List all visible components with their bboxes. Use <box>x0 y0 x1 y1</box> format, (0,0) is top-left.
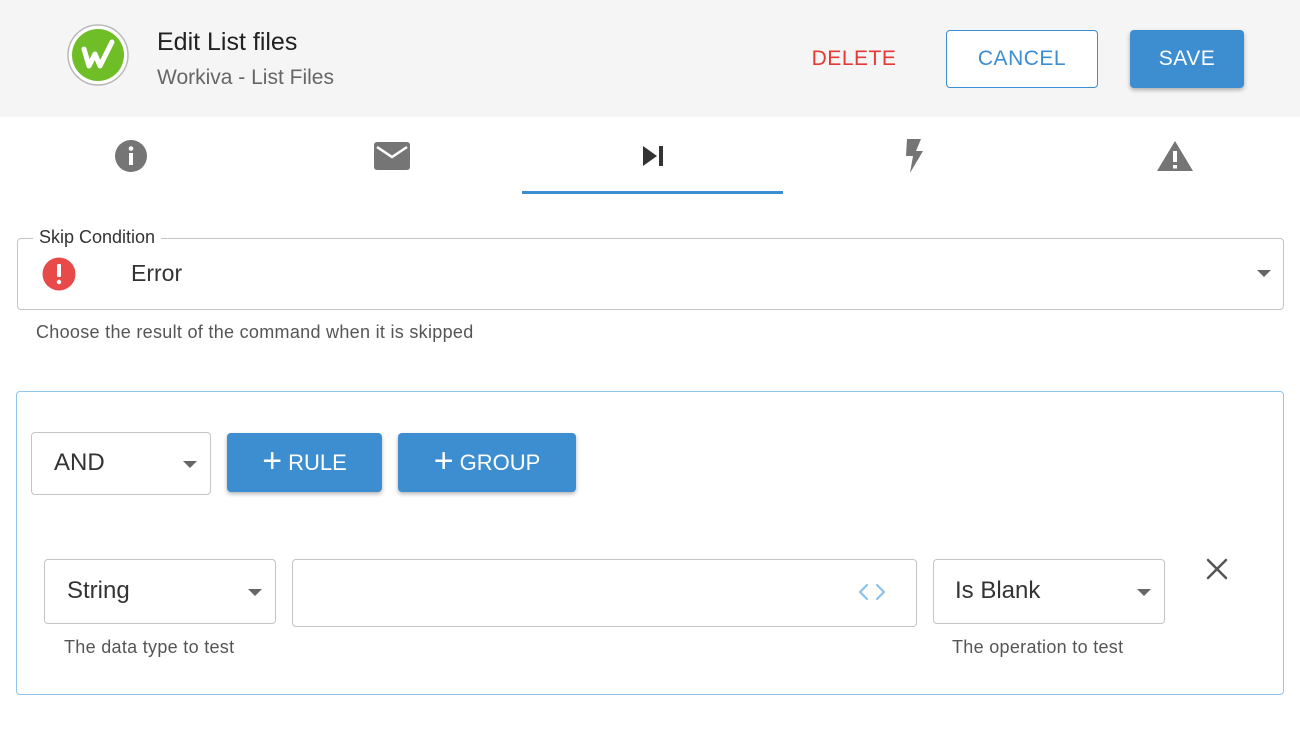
data-type-help: The data type to test <box>64 637 235 657</box>
warning-icon <box>1156 141 1193 171</box>
dialog-subtitle: Workiva - List Files <box>157 66 334 89</box>
add-group-label: GROUP <box>459 449 541 475</box>
skip-condition-help: Choose the result of the command when it… <box>36 322 474 342</box>
code-icon[interactable] <box>857 580 887 604</box>
cancel-button[interactable]: CANCEL <box>946 30 1098 88</box>
plus-icon: + <box>433 442 454 480</box>
add-group-button[interactable]: + GROUP <box>398 433 576 492</box>
mail-icon <box>373 142 410 170</box>
chevron-down-icon <box>1257 270 1271 277</box>
combinator-value: AND <box>54 449 105 476</box>
close-icon[interactable] <box>1203 555 1231 583</box>
dialog-title: Edit List files <box>157 28 298 56</box>
skip-next-icon <box>642 146 663 166</box>
chevron-down-icon <box>1137 589 1151 596</box>
info-icon <box>114 140 147 172</box>
delete-button[interactable]: DELETE <box>798 36 910 82</box>
tab-bar <box>0 117 1300 197</box>
chevron-down-icon <box>248 589 262 596</box>
tab-triggers[interactable] <box>783 117 1044 195</box>
rule-value-input[interactable] <box>292 559 917 627</box>
active-tab-indicator <box>522 191 783 194</box>
workiva-logo <box>67 24 129 86</box>
data-type-value: String <box>67 577 130 604</box>
save-button[interactable]: SAVE <box>1130 30 1244 88</box>
add-rule-button[interactable]: + RULE <box>227 433 382 492</box>
skip-condition-select[interactable] <box>17 238 1284 310</box>
chevron-down-icon <box>183 461 197 468</box>
plus-icon: + <box>262 442 283 480</box>
tab-info[interactable] <box>0 117 261 195</box>
dialog-header: Edit List files Workiva - List Files DEL… <box>0 0 1300 117</box>
tab-mail[interactable] <box>261 117 522 195</box>
add-rule-label: RULE <box>288 449 347 475</box>
skip-condition-label: Skip Condition <box>33 227 162 248</box>
tab-skip[interactable] <box>522 117 783 195</box>
operation-help: The operation to test <box>952 637 1124 657</box>
flash-icon <box>905 139 923 173</box>
tab-errors[interactable] <box>1044 117 1300 195</box>
error-icon <box>42 257 76 291</box>
operation-value: Is Blank <box>955 577 1041 604</box>
skip-condition-value: Error <box>131 260 183 286</box>
